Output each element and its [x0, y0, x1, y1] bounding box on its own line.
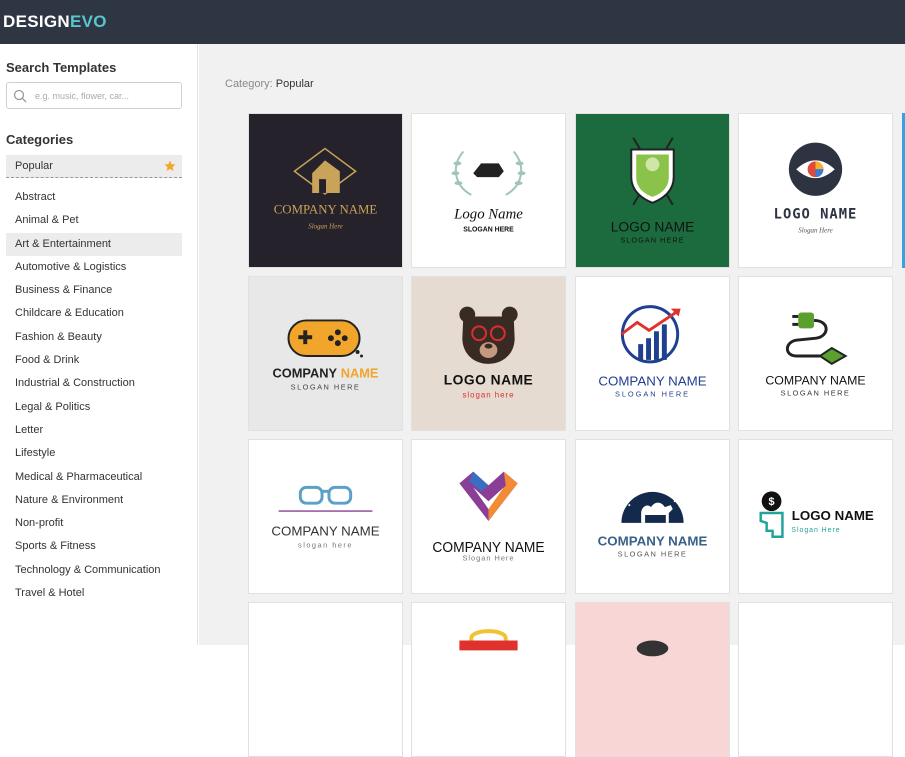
- card-name: LOGO NAME: [774, 207, 858, 223]
- category-item[interactable]: Legal & Politics: [6, 396, 182, 419]
- category-popular-label: Popular: [15, 160, 53, 172]
- template-card[interactable]: COMPANY NAME Slogan Here: [248, 113, 403, 268]
- category-item[interactable]: Medical & Pharmaceutical: [6, 466, 182, 489]
- card-name: COMPANY NAME: [765, 374, 865, 388]
- logo-preview-laurel: Logo Name SLOGAN HERE: [412, 114, 565, 267]
- sidebar: Search Templates Categories Popular Abst…: [0, 44, 198, 645]
- card-name-part2: NAME: [341, 366, 379, 381]
- logo-preview-partial: [576, 603, 729, 756]
- template-card[interactable]: COMPANY NAME SLOGAN HERE: [575, 439, 730, 594]
- logo-preview-golf-shield: LOGO NAME SLOGAN HERE: [576, 114, 729, 267]
- category-item[interactable]: Nature & Environment: [6, 489, 182, 512]
- template-card[interactable]: COMPANY NAME Slogan Here: [411, 439, 566, 594]
- category-item[interactable]: Childcare & Education: [6, 302, 182, 325]
- card-slogan: Slogan Here: [308, 224, 342, 231]
- svg-text:COMPANY NAME: COMPANY NAME: [273, 366, 379, 381]
- category-item[interactable]: Automotive & Logistics: [6, 256, 182, 279]
- card-slogan: slogan here: [462, 390, 514, 399]
- category-item[interactable]: Sports & Fitness: [6, 535, 182, 558]
- logo-preview-dollar-head: $ LOGO NAME Slogan Here: [739, 440, 892, 593]
- template-card[interactable]: COMPANY NAME SLOGAN HERE: [575, 276, 730, 431]
- card-slogan: Slogan Here: [798, 227, 832, 234]
- card-name-part1: COMPANY: [273, 366, 338, 381]
- card-name: LOGO NAME: [792, 508, 874, 523]
- logo-preview-camel-night: COMPANY NAME SLOGAN HERE: [576, 440, 729, 593]
- category-breadcrumb: Category: Popular: [225, 78, 314, 90]
- search-box[interactable]: [6, 82, 182, 109]
- card-name: COMPANY NAME: [274, 203, 378, 217]
- logo-preview-gamepad: COMPANY NAME SLOGAN HERE: [249, 277, 402, 430]
- card-slogan: SLOGAN HERE: [615, 389, 690, 398]
- category-item[interactable]: Animal & Pet: [6, 209, 182, 232]
- logo-preview-finance-chart: COMPANY NAME SLOGAN HERE: [576, 277, 729, 430]
- logo-preview-partial: [412, 603, 565, 756]
- card-slogan: SLOGAN HERE: [781, 388, 851, 397]
- category-item[interactable]: Abstract: [6, 186, 182, 209]
- logo-preview-eye: LOGO NAME Slogan Here: [739, 114, 892, 267]
- category-item[interactable]: Fashion & Beauty: [6, 326, 182, 349]
- card-slogan: SLOGAN HERE: [291, 383, 361, 392]
- template-gallery: Category: Popular COMPANY NAME Slogan He…: [199, 44, 905, 757]
- category-popular[interactable]: Popular: [6, 155, 182, 178]
- card-slogan: Slogan Here: [463, 553, 515, 562]
- brand-part2: EVO: [69, 12, 107, 31]
- template-card-partial[interactable]: [738, 602, 893, 757]
- card-slogan: SLOGAN HERE: [620, 235, 684, 244]
- card-name: LOGO NAME: [611, 218, 695, 234]
- category-prefix: Category:: [225, 78, 273, 90]
- brand-part1: DESIGN: [3, 12, 70, 31]
- top-bar: DESIGNEVO: [0, 0, 905, 44]
- template-card[interactable]: LOGO NAME slogan here: [411, 276, 566, 431]
- template-card[interactable]: COMPANY NAME SLOGAN HERE: [738, 276, 893, 431]
- card-name: LOGO NAME: [444, 372, 534, 388]
- categories-heading: Categories: [6, 132, 74, 147]
- search-icon: [13, 89, 27, 102]
- star-icon: [164, 160, 176, 171]
- logo-preview-house: COMPANY NAME Slogan Here: [249, 114, 402, 267]
- template-card-partial[interactable]: [411, 602, 566, 757]
- category-item[interactable]: Lifestyle: [6, 442, 182, 465]
- logo-preview-plug-leaf: COMPANY NAME SLOGAN HERE: [739, 277, 892, 430]
- template-card[interactable]: LOGO NAME Slogan Here: [738, 113, 893, 268]
- template-card-partial[interactable]: [248, 602, 403, 757]
- category-item[interactable]: Technology & Communication: [6, 559, 182, 582]
- category-item[interactable]: Non-profit: [6, 512, 182, 535]
- card-name: COMPANY NAME: [598, 374, 706, 389]
- category-list: Abstract Animal & Pet Art & Entertainment A…: [6, 186, 182, 605]
- template-card[interactable]: LOGO NAME SLOGAN HERE: [575, 113, 730, 268]
- category-item[interactable]: Industrial & Construction: [6, 372, 182, 395]
- category-value: Popular: [275, 78, 314, 90]
- card-name: Logo Name: [453, 207, 523, 223]
- template-card[interactable]: COMPANY NAME slogan here: [248, 439, 403, 594]
- card-name: COMPANY NAME: [271, 524, 379, 539]
- category-item[interactable]: Art & Entertainment: [6, 232, 182, 256]
- logo-preview-heart: COMPANY NAME Slogan Here: [412, 440, 565, 593]
- card-slogan: Slogan Here: [791, 527, 840, 534]
- brand-logo[interactable]: DESIGNEVO: [3, 12, 107, 32]
- logo-preview-bear: LOGO NAME slogan here: [412, 277, 565, 430]
- category-item[interactable]: Letter: [6, 419, 182, 442]
- search-input[interactable]: [35, 90, 175, 101]
- template-card-partial[interactable]: [575, 602, 730, 757]
- search-heading: Search Templates: [6, 60, 117, 75]
- category-item[interactable]: Food & Drink: [6, 349, 182, 372]
- card-slogan: SLOGAN HERE: [463, 226, 514, 233]
- template-card[interactable]: $ LOGO NAME Slogan Here: [738, 439, 893, 594]
- logo-preview-glasses: COMPANY NAME slogan here: [249, 440, 402, 593]
- category-item[interactable]: Travel & Hotel: [6, 582, 182, 605]
- template-card[interactable]: Logo Name SLOGAN HERE: [411, 113, 566, 268]
- template-card[interactable]: COMPANY NAME SLOGAN HERE: [248, 276, 403, 431]
- card-slogan: SLOGAN HERE: [618, 549, 688, 558]
- card-name: COMPANY NAME: [598, 534, 708, 549]
- svg-text:$: $: [769, 496, 775, 508]
- category-item[interactable]: Business & Finance: [6, 279, 182, 302]
- card-slogan: slogan here: [298, 541, 353, 550]
